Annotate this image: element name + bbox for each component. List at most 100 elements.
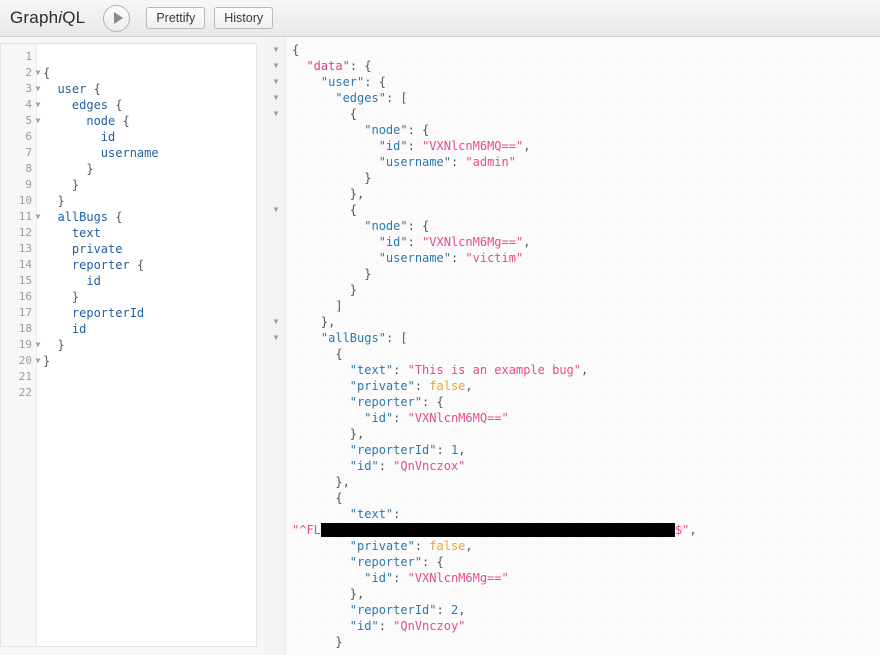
result-gutter-row	[266, 474, 285, 490]
result-line: },	[292, 474, 880, 490]
graphiql-app: GraphiQL Prettify History 1 2 ▼ 3 ▼ 4 ▼ 5 ▼ 6 7 8 9 1…	[0, 0, 880, 655]
query-space	[43, 162, 86, 176]
query-editor[interactable]: 1 2 ▼ 3 ▼ 4 ▼ 5 ▼ 6 7 8 9 10 11 ▼ 12 13 14 15 16 17 18 19 ▼ 20 ▼ 21…	[0, 43, 257, 647]
result-line: "private": false,	[292, 538, 880, 554]
query-field-token: id	[71, 322, 87, 336]
result-line: "text": "This is an example bug",	[292, 362, 880, 378]
query-line: private	[43, 241, 256, 257]
query-line-number: 20 ▼	[1, 353, 41, 369]
query-space	[43, 306, 72, 320]
result-key-token: "username"	[378, 251, 451, 265]
query-space	[43, 274, 86, 288]
result-key-token: "node"	[364, 219, 408, 233]
result-key-token: "edges"	[335, 91, 386, 105]
result-string-token: "^FL	[292, 523, 321, 537]
query-line: id	[43, 321, 256, 337]
fold-triangle-icon[interactable]: ▼	[270, 58, 282, 74]
result-line: },	[292, 426, 880, 442]
result-punct-token	[292, 331, 321, 345]
result-string-token: "admin"	[465, 155, 516, 169]
result-gutter-row	[266, 250, 285, 266]
result-viewer-pane: ▼ ▼ ▼ ▼ ▼ ▼ ▼ ▼ { "data": { "user": { "edges"…	[265, 37, 880, 655]
logo-text-part2: QL	[62, 8, 86, 27]
result-key-token: "text"	[349, 507, 394, 521]
prettify-button[interactable]: Prettify	[146, 7, 206, 29]
execute-query-button[interactable]	[103, 4, 131, 32]
result-string-token: "QnVnczox"	[393, 459, 466, 473]
query-line: }	[43, 353, 256, 369]
query-punct-token: }	[43, 354, 51, 368]
result-punct-token	[292, 379, 350, 393]
result-gutter-row	[266, 634, 285, 650]
query-line: reporterId	[43, 305, 256, 321]
query-line-number: 1	[25, 50, 32, 63]
result-punct-token	[292, 555, 350, 569]
result-punct-token: {	[292, 491, 343, 505]
result-line: "username": "admin"	[292, 154, 880, 170]
result-line: "reporter": {	[292, 394, 880, 410]
result-punct-token	[292, 443, 350, 457]
query-line-number: 2 ▼	[1, 65, 40, 81]
result-gutter-row	[266, 154, 285, 170]
result-gutter-row	[266, 586, 285, 602]
fold-triangle-icon[interactable]: ▼	[270, 202, 282, 218]
prettify-label: Prettify	[156, 11, 196, 25]
result-key-token: "id"	[378, 139, 408, 153]
result-punct-token	[292, 75, 321, 89]
fold-triangle-icon[interactable]: ▼	[270, 42, 282, 58]
result-key-token: "id"	[349, 619, 379, 633]
result-line: "reporterId": 2,	[292, 602, 880, 618]
fold-triangle-icon[interactable]: ▼	[270, 74, 282, 90]
result-punct-token: {	[292, 203, 358, 217]
result-punct-token	[292, 459, 350, 473]
fold-triangle-icon[interactable]: ▼	[270, 314, 282, 330]
result-gutter-row: ▼	[266, 330, 285, 346]
query-space	[43, 82, 57, 96]
query-space	[43, 146, 101, 160]
result-line: "user": {	[292, 74, 880, 90]
query-punct-token: }	[57, 194, 65, 208]
result-key-token: "node"	[364, 123, 408, 137]
query-code-area[interactable]: { user { edges { node { id username } } …	[37, 44, 256, 646]
result-punct-token	[292, 571, 364, 585]
result-boolean-token: false	[429, 379, 466, 393]
query-punct-token: }	[71, 290, 80, 304]
result-line: {	[292, 490, 880, 506]
result-line: "reporterId": 1,	[292, 442, 880, 458]
result-punct-token	[292, 123, 364, 137]
query-field-token: reporter	[71, 258, 130, 272]
result-gutter-row	[266, 554, 285, 570]
result-key-token: "text"	[349, 363, 394, 377]
result-punct-token: ,	[465, 379, 473, 393]
fold-triangle-icon[interactable]: ▼	[270, 106, 282, 122]
result-code-area[interactable]: { "data": { "user": { "edges" : [ { "node…	[286, 37, 880, 655]
result-gutter-row: ▼	[266, 314, 285, 330]
result-punct-token: :	[378, 619, 394, 633]
query-line-number-gutter[interactable]: 1 2 ▼ 3 ▼ 4 ▼ 5 ▼ 6 7 8 9 10 11 ▼ 12 13 14 15 16 17 18 19 ▼ 20 ▼ 21…	[1, 44, 41, 646]
play-icon	[113, 12, 123, 24]
result-punct-token: }	[292, 635, 343, 649]
result-line: "data": {	[292, 58, 880, 74]
query-punct-token: {	[115, 210, 123, 224]
result-punct-token: ,	[458, 603, 466, 617]
result-gutter-row: ▼	[266, 202, 285, 218]
result-line: "node": {	[292, 218, 880, 234]
result-punct-token: : [	[385, 331, 408, 345]
fold-triangle-icon[interactable]: ▼	[270, 330, 282, 346]
result-punct-token	[292, 251, 379, 265]
result-punct-token: :	[393, 411, 408, 425]
result-gutter-row: ▼	[266, 58, 285, 74]
graphiql-logo: GraphiQL	[10, 8, 85, 28]
query-line-number: 5 ▼	[1, 113, 40, 129]
result-line: "id": "VXNlcnM6Mg==",	[292, 234, 880, 250]
result-punct-token	[292, 219, 364, 233]
query-field-token: id	[100, 130, 116, 144]
result-gutter-row	[266, 538, 285, 554]
result-punct-token	[292, 411, 364, 425]
result-fold-gutter[interactable]: ▼ ▼ ▼ ▼ ▼ ▼ ▼ ▼	[266, 37, 286, 655]
fold-triangle-icon[interactable]: ▼	[270, 90, 282, 106]
result-punct-token: :	[450, 155, 466, 169]
result-punct-token: :	[414, 379, 430, 393]
result-punct-token: :	[436, 603, 451, 617]
history-button[interactable]: History	[214, 7, 274, 29]
